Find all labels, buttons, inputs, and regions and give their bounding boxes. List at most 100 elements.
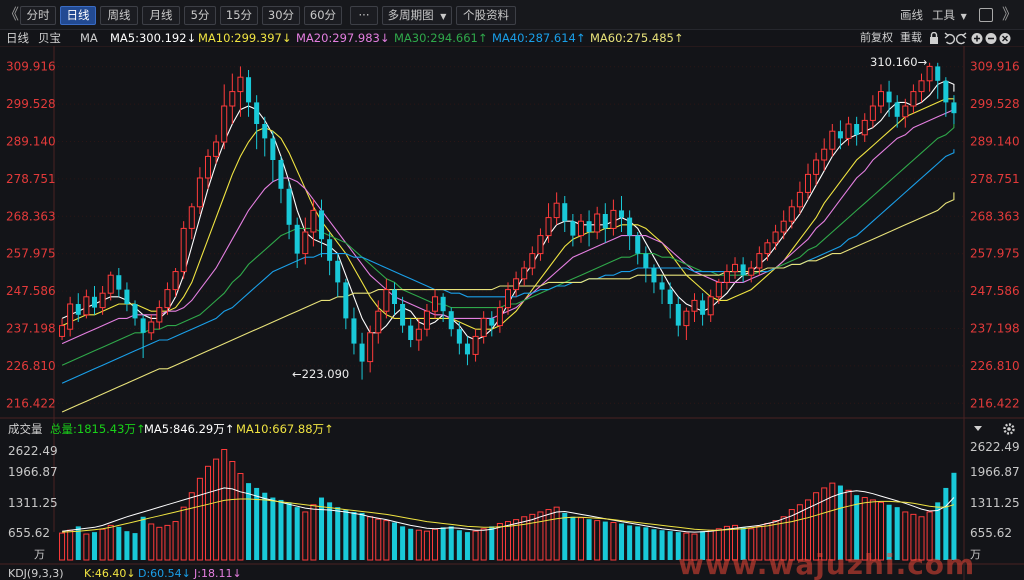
volume-legend: 成交量 总量:1815.43万↑ MA5:846.29万↑ MA10:667.8… [0, 421, 960, 437]
close-icon[interactable] [999, 33, 1011, 44]
zoom-out-icon[interactable] [985, 33, 997, 44]
pre-adjust-button[interactable]: 前复权 [860, 31, 893, 45]
tab-60min[interactable]: 60分 [304, 6, 342, 25]
price-axis-left-label: 226.810 [6, 359, 56, 373]
price-axis-right-label: 278.751 [970, 172, 1020, 186]
candle-body-down [667, 289, 673, 304]
low-value: 223.090 [301, 367, 350, 381]
chevron-down-icon: ▼ [440, 12, 447, 21]
draw-line-button[interactable]: 画线 [900, 8, 923, 22]
candle-body-up [423, 310, 430, 330]
candle-body-up [432, 296, 439, 312]
volume-bar-up [375, 518, 382, 561]
candle-body-up [164, 289, 171, 309]
candle-body-up [918, 80, 925, 93]
candle-body-down [343, 282, 349, 319]
tab-monthly[interactable]: 月线 [142, 6, 180, 25]
adjust-label[interactable]: 贝宝 [38, 31, 61, 45]
candle-body-up [594, 213, 601, 233]
next-arrow-icon[interactable]: 》 [1002, 5, 1017, 23]
candle-body-up [869, 105, 876, 121]
volume-bar-up [537, 511, 544, 561]
candle-body-down [886, 91, 892, 103]
candle-body-down [116, 275, 122, 290]
price-axis-left-label: 289.140 [6, 134, 56, 148]
price-axis-right-label: 237.198 [970, 321, 1020, 335]
undo-icon[interactable] [944, 32, 956, 45]
volume-bar-down [619, 523, 625, 560]
volume-bar-up [237, 473, 244, 561]
candle-body-down [456, 329, 462, 344]
volume-axis-left-2: 1311.25 [8, 496, 58, 510]
volume-bar-down [464, 532, 470, 560]
volume-bar-down [351, 511, 357, 560]
candle-body-down [408, 325, 414, 340]
tab-daily[interactable]: 日线 [60, 6, 96, 25]
tab-5min[interactable]: 5分 [184, 6, 216, 25]
candle-body-down [286, 188, 292, 225]
prev-arrow-icon[interactable]: 《 [4, 5, 19, 23]
candle-body-up [213, 141, 220, 157]
candle-body-up [691, 299, 698, 312]
tab-30min[interactable]: 30分 [262, 6, 300, 25]
candle-body-up [221, 105, 228, 143]
period-toolbar: 《 分时 日线 周线 月线 5分 15分 30分 60分 ··· 多周期图 ▼ … [0, 0, 1024, 30]
volume-bar-down [278, 499, 284, 560]
volume-bar-up [594, 520, 601, 561]
stock-info-button[interactable]: 个股资料 [456, 6, 516, 25]
volume-bar-up [229, 461, 236, 561]
stock-chart-window: 《 分时 日线 周线 月线 5分 15分 30分 60分 ··· 多周期图 ▼ … [0, 0, 1024, 580]
candle-body-up [910, 91, 917, 107]
zoom-in-icon[interactable] [971, 33, 983, 44]
redo-icon[interactable] [955, 32, 967, 45]
candle-body-down [562, 203, 568, 222]
candle-body-up [107, 274, 114, 294]
volume-bar-up [204, 465, 212, 561]
multi-period-dropdown[interactable]: 多周期图 ▼ [382, 6, 452, 25]
triangle-down-icon[interactable] [974, 426, 982, 431]
tools-label: 工具 [932, 8, 955, 22]
candle-body-down [440, 296, 446, 312]
candle-body-up [926, 65, 933, 82]
candle-body-up [723, 271, 730, 283]
volume-axis-right-0: 2622.49 [970, 440, 1020, 454]
candle-body-down [294, 224, 300, 254]
more-periods-button[interactable]: ··· [350, 6, 378, 25]
volume-bar-up [367, 516, 374, 561]
volume-bar-down [408, 528, 414, 560]
volume-title[interactable]: 成交量 [8, 422, 43, 436]
candle-body-up [504, 289, 512, 309]
candle-body-up [172, 271, 179, 291]
volume-bar-down [489, 526, 495, 560]
price-axis-left-label: 247.586 [6, 284, 56, 298]
price-axis: 309.916 309.916 299.528 299.528 289.140 289.1… [6, 60, 1020, 411]
candle-body-up [748, 267, 755, 276]
tab-timeshare[interactable]: 分时 [20, 6, 56, 25]
volume-unit-left: 万 [34, 548, 45, 561]
volume-bar-up [67, 529, 74, 561]
lock-icon[interactable] [930, 32, 938, 45]
kdj-label[interactable]: KDJ(9,3,3) [8, 567, 64, 580]
candle-body-up [877, 91, 884, 107]
price-axis-right-label: 247.586 [970, 284, 1020, 298]
candle-body-down [327, 239, 333, 261]
gear-icon[interactable] [1003, 423, 1015, 435]
candle-body-up [829, 130, 836, 150]
ma-label[interactable]: MA [80, 31, 98, 45]
volume-bar-up [180, 506, 187, 561]
volume-bar-down [270, 497, 276, 560]
tab-weekly[interactable]: 周线 [100, 6, 138, 25]
fullscreen-icon[interactable] [979, 8, 993, 22]
tools-dropdown[interactable]: 工具 ▼ [932, 8, 967, 24]
volume-bar-up [172, 521, 179, 561]
candle-body-up [310, 209, 317, 233]
high-annotation: 310.160→ [870, 55, 928, 69]
candle-body-up [780, 220, 787, 233]
volume-bar-down [667, 531, 673, 560]
candle-body-down [643, 253, 649, 268]
volume-bar-down [262, 492, 268, 560]
tab-15min[interactable]: 15分 [220, 6, 258, 25]
candle-body-down [254, 102, 260, 124]
redraw-button[interactable]: 重载 [900, 31, 922, 45]
price-axis-left-label: 299.528 [6, 97, 56, 111]
